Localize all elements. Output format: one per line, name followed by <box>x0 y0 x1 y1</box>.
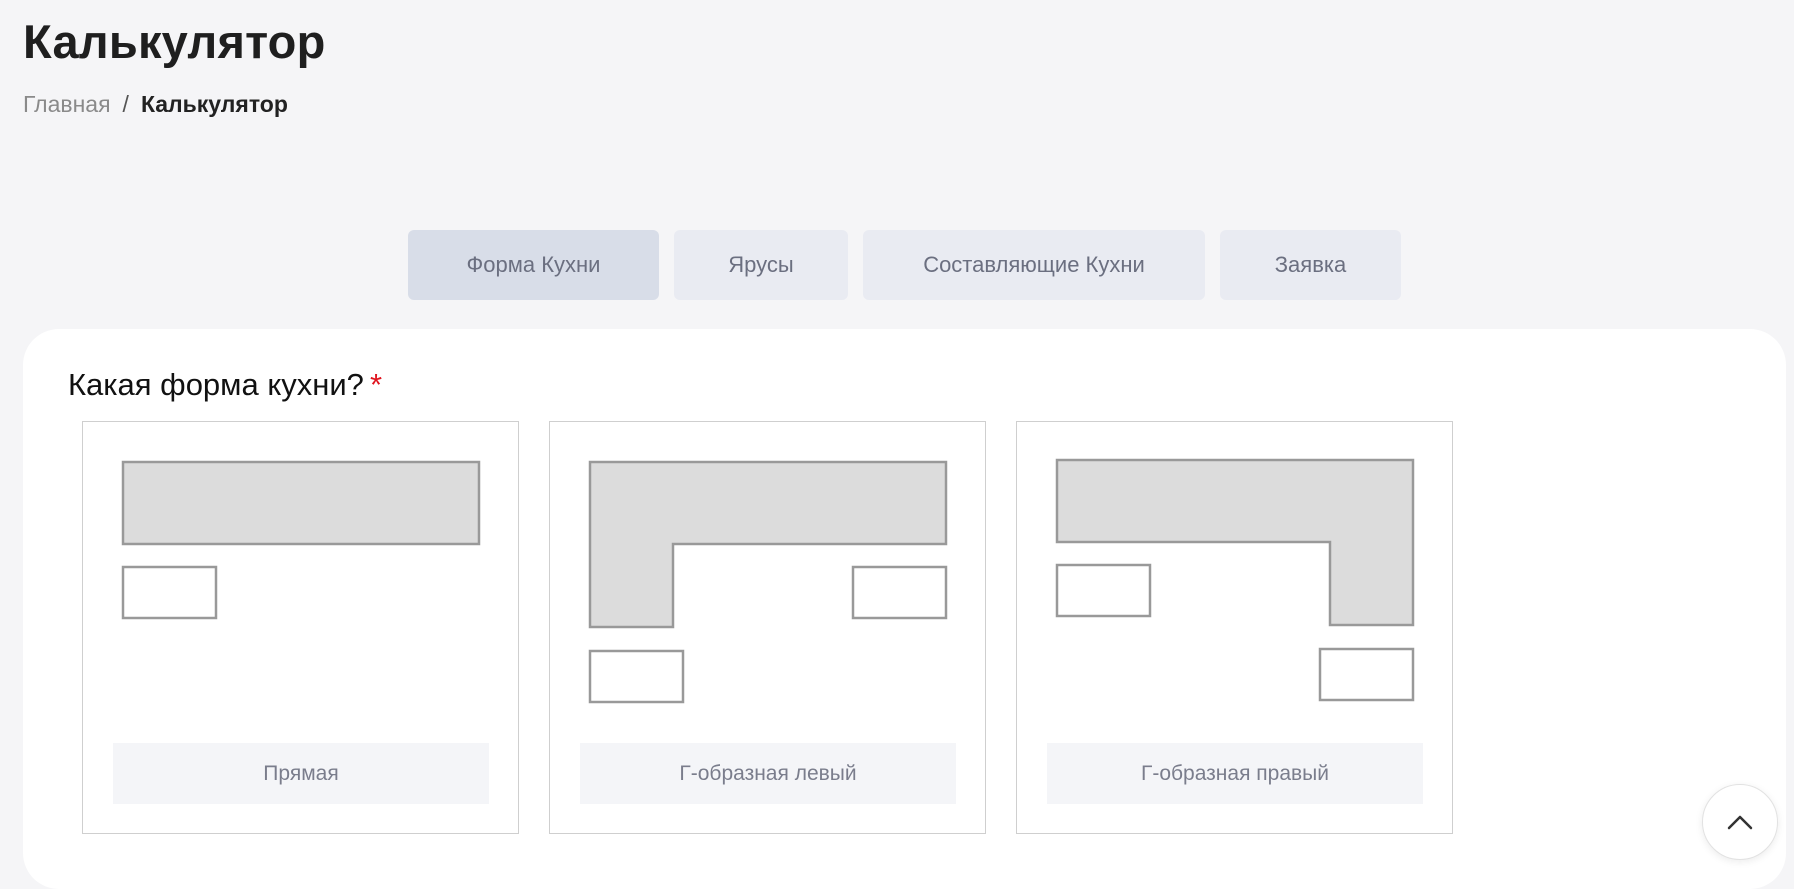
breadcrumb-separator: / <box>122 91 129 117</box>
scroll-to-top-button[interactable] <box>1702 784 1778 860</box>
countertop-shape <box>121 460 481 546</box>
tab-kitchen-components[interactable]: Составляющие Кухни <box>863 230 1205 300</box>
appliance-outline <box>1318 647 1415 702</box>
tab-tiers[interactable]: Ярусы <box>674 230 848 300</box>
shape-option-l-left[interactable]: Г-образная левый <box>549 421 986 834</box>
page-title: Калькулятор <box>23 15 326 68</box>
breadcrumb-current: Калькулятор <box>140 91 288 117</box>
calculator-tabs: Форма Кухни Ярусы Составляющие Кухни Зая… <box>408 230 1401 300</box>
shape-option-straight[interactable]: Прямая <box>82 421 519 834</box>
appliance-outline <box>851 565 948 620</box>
page-header: Калькулятор Главная / Калькулятор <box>23 14 326 118</box>
breadcrumb: Главная / Калькулятор <box>23 91 326 118</box>
breadcrumb-home-link[interactable]: Главная <box>23 91 111 118</box>
chevron-up-icon <box>1727 815 1753 830</box>
shape-option-l-right[interactable]: Г-образная правый <box>1016 421 1453 834</box>
shape-panel: Какая форма кухни? * Прямая Г-образная ле… <box>23 329 1786 889</box>
required-mark: * <box>369 367 383 402</box>
tab-request[interactable]: Заявка <box>1220 230 1401 300</box>
shape-option-label: Г-образная правый <box>1047 743 1423 804</box>
question-title: Какая форма кухни? * <box>68 367 382 403</box>
appliance-outline <box>121 565 218 620</box>
question-text: Какая форма кухни? <box>68 367 364 402</box>
tab-kitchen-shape[interactable]: Форма Кухни <box>408 230 659 300</box>
shape-option-label: Прямая <box>113 743 489 804</box>
appliance-outline <box>588 649 685 704</box>
shape-option-label: Г-образная левый <box>580 743 956 804</box>
appliance-outline <box>1055 563 1152 618</box>
